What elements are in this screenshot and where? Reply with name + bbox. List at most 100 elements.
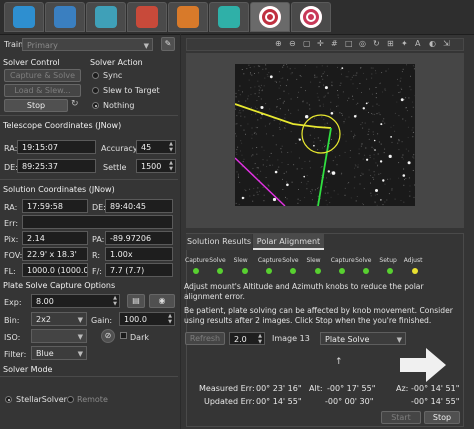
tab-camera[interactable] xyxy=(127,2,167,32)
edit-train-button[interactable]: ✎ xyxy=(161,37,175,51)
star xyxy=(380,199,382,201)
train-combo[interactable]: Primary ▼ xyxy=(22,38,153,51)
star xyxy=(327,170,330,173)
star-field-image[interactable] xyxy=(235,64,415,206)
star xyxy=(380,123,383,126)
grid-icon[interactable]: # xyxy=(331,39,338,48)
updated-err-label: Updated Err: xyxy=(204,397,255,406)
train-value: Primary xyxy=(27,41,58,50)
refresh-interval-spinbox[interactable]: 2.0 ▲ ▼ xyxy=(229,332,265,345)
dark-settings-button[interactable]: ⊘ xyxy=(101,329,115,343)
tab-target[interactable] xyxy=(250,2,290,32)
refresh-button[interactable]: Refresh xyxy=(185,332,225,345)
zoom-in-icon[interactable]: ⊕ xyxy=(275,39,282,48)
gain-label: Gain: xyxy=(91,316,113,325)
remote-radio[interactable] xyxy=(67,396,74,403)
box-icon[interactable]: □ xyxy=(345,39,353,48)
slew-to-target-radio[interactable] xyxy=(92,87,99,94)
stop-button[interactable]: Stop xyxy=(4,99,68,112)
step-label-6: Capture xyxy=(330,257,355,264)
iso-label: ISO: xyxy=(4,333,21,342)
iso-combo[interactable]: ▼ xyxy=(31,329,87,343)
objects-icon[interactable]: ✦ xyxy=(401,39,408,48)
f-ratio-field: 7.7 (7.7) xyxy=(105,263,173,277)
direction-arrow-icon xyxy=(400,348,446,382)
sync-radio[interactable] xyxy=(92,72,99,79)
telescope-ra-label: RA: xyxy=(4,144,18,153)
spin-arrows-icon: ▲ ▼ xyxy=(169,160,173,172)
chevron-down-icon: ▼ xyxy=(143,42,149,50)
star xyxy=(330,112,334,115)
capture-solve-button[interactable]: Capture & Solve xyxy=(4,69,81,82)
solver-mode-title: Solver Mode xyxy=(3,365,53,374)
zoom-out-icon[interactable]: ⊖ xyxy=(289,39,296,48)
star xyxy=(274,170,278,174)
mount-icon xyxy=(218,6,240,28)
solution-coords-title: Solution Coordinates (JNow) xyxy=(3,185,115,194)
step-label-4: Solve xyxy=(282,257,299,264)
tab-mount[interactable] xyxy=(209,2,249,32)
load-slew-button[interactable]: Load & Slew... xyxy=(4,84,81,97)
capture-options-button[interactable]: ▤ xyxy=(127,294,145,308)
fl-label: FL: xyxy=(4,267,16,276)
telescope-coords-title: Telescope Coordinates (JNow) xyxy=(3,121,122,130)
accuracy-label: Accuracy xyxy=(101,144,138,153)
star xyxy=(298,138,301,141)
tab-focus[interactable] xyxy=(86,2,126,32)
az-measured-value: -00° 14' 51" xyxy=(411,384,460,393)
refresh-method-combo[interactable]: Plate Solve ▼ xyxy=(320,332,406,345)
star xyxy=(303,175,305,178)
tab-polar-alignment[interactable]: Polar Alignment xyxy=(253,234,324,250)
pix-label: Pix: xyxy=(4,235,19,244)
select-icon[interactable]: ⇲ xyxy=(443,39,450,48)
crosshair-icon[interactable]: ✛ xyxy=(317,39,324,48)
solution-ra-field: 17:59:58 xyxy=(22,199,88,213)
setup-icon xyxy=(13,6,35,28)
accuracy-spinbox[interactable]: 45 ▲ ▼ xyxy=(136,140,176,154)
eq-grid-icon[interactable]: ⊞ xyxy=(387,39,394,48)
image-counter-label: Image 13 xyxy=(272,334,310,343)
filter-combo[interactable]: Blue ▼ xyxy=(31,346,87,360)
star xyxy=(313,144,315,147)
overlay-icon[interactable]: ◐ xyxy=(429,39,436,48)
solution-ra-label: RA: xyxy=(4,203,18,212)
focus-icon xyxy=(95,6,117,28)
settle-spinbox[interactable]: 1500 ▲ ▼ xyxy=(136,159,176,173)
step-label-5: Slew xyxy=(306,257,321,264)
image-toolbar: ⊕ ⊖ ▢ ✛ # □ ◎ ↻ ⊞ ✦ A ◐ ⇲ xyxy=(186,38,464,51)
camera-icon xyxy=(136,6,158,28)
polar-stop-button[interactable]: Stop xyxy=(424,411,460,424)
step-indicator-0 xyxy=(193,268,199,274)
tab-capture[interactable] xyxy=(45,2,85,32)
solver-action-title: Solver Action xyxy=(90,58,143,67)
module-tab-bar xyxy=(0,0,474,35)
divider xyxy=(0,179,178,180)
start-button[interactable]: Start xyxy=(381,411,421,424)
star xyxy=(379,160,383,163)
labels-icon[interactable]: A xyxy=(415,39,420,48)
step-indicator-6 xyxy=(338,268,345,274)
tab-solution-results[interactable]: Solution Results xyxy=(186,234,252,250)
fit-icon[interactable]: ▢ xyxy=(303,39,311,48)
pane-splitter[interactable] xyxy=(180,34,181,429)
r-field: 1.00x xyxy=(105,247,173,261)
bin-combo[interactable]: 2x2 ▼ xyxy=(31,312,87,326)
exposure-spinbox[interactable]: 8.00 ▲ ▼ xyxy=(31,294,120,308)
stellarsolver-radio[interactable] xyxy=(5,396,12,403)
chevron-down-icon: ▼ xyxy=(77,350,83,358)
nothing-radio[interactable] xyxy=(92,102,99,109)
az-measured-label: Az: xyxy=(396,384,409,393)
pa-label: PA: xyxy=(92,235,105,244)
preview-toggle-button[interactable]: ◉ xyxy=(149,294,175,308)
tab-analyze[interactable] xyxy=(168,2,208,32)
spin-arrows-icon: ▲ ▼ xyxy=(168,313,172,325)
step-label-7: Solve xyxy=(355,257,372,264)
tab-guide[interactable] xyxy=(291,2,331,32)
tab-setup[interactable] xyxy=(4,2,44,32)
gain-spinbox[interactable]: 100.0 ▲ ▼ xyxy=(119,312,175,326)
chevron-down-icon: ▼ xyxy=(77,316,83,324)
rotate-icon[interactable]: ↻ xyxy=(373,39,380,48)
dark-checkbox[interactable] xyxy=(120,332,127,339)
telescope-de-label: DE: xyxy=(4,163,18,172)
center-icon[interactable]: ◎ xyxy=(359,39,366,48)
